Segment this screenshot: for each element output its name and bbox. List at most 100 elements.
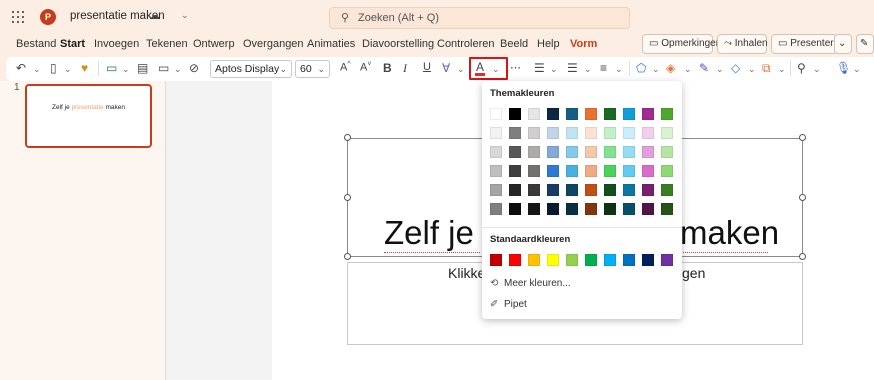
find-dropdown-icon[interactable]: ⌄: [813, 64, 821, 75]
grow-font-icon[interactable]: A^: [340, 61, 351, 74]
shape-effects-icon[interactable]: ◇: [731, 61, 740, 75]
color-swatch[interactable]: [642, 146, 654, 158]
menu-animaties[interactable]: Animaties: [307, 38, 355, 50]
color-swatch[interactable]: [490, 203, 502, 215]
paste-icon[interactable]: ▯: [50, 61, 57, 75]
color-swatch[interactable]: [623, 184, 635, 196]
arrange-icon[interactable]: ⧉: [762, 61, 771, 76]
shapes-dropdown-icon[interactable]: ⌄: [652, 64, 660, 75]
color-swatch[interactable]: [623, 254, 635, 266]
color-swatch[interactable]: [642, 108, 654, 120]
present-button[interactable]: ▭ Presenteren: [771, 34, 845, 54]
arrange-dropdown-icon[interactable]: ⌄: [778, 64, 786, 75]
color-swatch[interactable]: [604, 254, 616, 266]
color-swatch[interactable]: [661, 146, 673, 158]
new-slide-dropdown-icon[interactable]: ⌄: [122, 64, 130, 75]
color-swatch[interactable]: [490, 127, 502, 139]
menu-start[interactable]: Start: [60, 38, 85, 50]
color-swatch[interactable]: [604, 127, 616, 139]
color-swatch[interactable]: [509, 254, 521, 266]
color-swatch[interactable]: [661, 127, 673, 139]
color-swatch[interactable]: [661, 184, 673, 196]
color-swatch[interactable]: [604, 108, 616, 120]
color-swatch[interactable]: [566, 127, 578, 139]
color-swatch[interactable]: [509, 108, 521, 120]
color-swatch[interactable]: [509, 184, 521, 196]
color-swatch[interactable]: [604, 146, 616, 158]
color-swatch[interactable]: [547, 127, 559, 139]
color-swatch[interactable]: [585, 108, 597, 120]
color-swatch[interactable]: [585, 165, 597, 177]
highlight-dropdown-icon[interactable]: ⌄: [457, 64, 465, 75]
color-swatch[interactable]: [566, 254, 578, 266]
color-swatch[interactable]: [528, 184, 540, 196]
dictate-dropdown-icon[interactable]: ⌄: [853, 64, 861, 75]
bold-button[interactable]: B: [383, 61, 392, 75]
layout-icon[interactable]: ▤: [137, 61, 148, 75]
present-dropdown-button[interactable]: ⌄: [834, 34, 852, 54]
menu-overgangen[interactable]: Overgangen: [243, 38, 304, 50]
undo-dropdown-icon[interactable]: ⌄: [33, 64, 41, 75]
chevron-down-icon[interactable]: ⌄: [181, 10, 189, 21]
resize-handle[interactable]: [344, 253, 351, 260]
resize-handle[interactable]: [344, 194, 351, 201]
shrink-font-icon[interactable]: A˅: [360, 61, 371, 74]
resize-handle[interactable]: [799, 194, 806, 201]
color-swatch[interactable]: [547, 165, 559, 177]
menu-beeld[interactable]: Beeld: [500, 38, 528, 50]
color-swatch[interactable]: [623, 146, 635, 158]
menu-invoegen[interactable]: Invoegen: [94, 38, 139, 50]
color-swatch[interactable]: [547, 184, 559, 196]
paste-dropdown-icon[interactable]: ⌄: [64, 64, 72, 75]
align-dropdown-icon[interactable]: ⌄: [615, 64, 623, 75]
color-swatch[interactable]: [642, 203, 654, 215]
color-swatch[interactable]: [547, 254, 559, 266]
color-swatch[interactable]: [528, 146, 540, 158]
color-swatch[interactable]: [547, 146, 559, 158]
color-swatch[interactable]: [623, 203, 635, 215]
color-swatch[interactable]: [528, 254, 540, 266]
font-color-button[interactable]: A: [475, 61, 486, 76]
color-swatch[interactable]: [566, 165, 578, 177]
color-swatch[interactable]: [642, 184, 654, 196]
highlight-color-icon[interactable]: ∀: [442, 61, 450, 75]
hide-slide-icon[interactable]: ⊘: [189, 61, 199, 75]
color-swatch[interactable]: [528, 127, 540, 139]
color-swatch[interactable]: [604, 203, 616, 215]
comments-button[interactable]: ▭ Opmerkingen: [642, 34, 721, 54]
italic-button[interactable]: I: [403, 61, 407, 76]
search-input[interactable]: ⚲ Zoeken (Alt + Q): [329, 7, 630, 29]
color-swatch[interactable]: [509, 127, 521, 139]
more-colors-item[interactable]: ⟲ Meer kleuren...: [490, 278, 571, 289]
color-swatch[interactable]: [585, 254, 597, 266]
shape-outline-icon[interactable]: ✎: [699, 61, 709, 75]
color-swatch[interactable]: [490, 108, 502, 120]
color-swatch[interactable]: [604, 184, 616, 196]
color-swatch[interactable]: [566, 146, 578, 158]
color-swatch[interactable]: [585, 203, 597, 215]
color-swatch[interactable]: [528, 203, 540, 215]
color-swatch[interactable]: [509, 146, 521, 158]
color-swatch[interactable]: [547, 203, 559, 215]
menu-diavoorstelling[interactable]: Diavoorstelling: [362, 38, 434, 50]
color-swatch[interactable]: [661, 165, 673, 177]
menu-ontwerp[interactable]: Ontwerp: [193, 38, 235, 50]
menu-vorm[interactable]: Vorm: [570, 38, 597, 50]
catchup-button[interactable]: ⤳ Inhalen: [717, 34, 768, 54]
color-swatch[interactable]: [623, 165, 635, 177]
resize-handle[interactable]: [799, 253, 806, 260]
slide-thumbnail[interactable]: Zelf je presentatie maken: [25, 84, 152, 148]
menu-help[interactable]: Help: [537, 38, 560, 50]
color-swatch[interactable]: [547, 108, 559, 120]
color-swatch[interactable]: [566, 184, 578, 196]
section-dropdown-icon[interactable]: ⌄: [174, 64, 182, 75]
color-swatch[interactable]: [642, 127, 654, 139]
color-swatch[interactable]: [661, 203, 673, 215]
color-swatch[interactable]: [661, 254, 673, 266]
numbering-icon[interactable]: ☰: [567, 61, 578, 75]
color-swatch[interactable]: [604, 165, 616, 177]
menu-bestand[interactable]: Bestand: [16, 38, 56, 50]
color-swatch[interactable]: [585, 146, 597, 158]
eyedropper-item[interactable]: ✐ Pipet: [490, 299, 527, 310]
bullets-dropdown-icon[interactable]: ⌄: [550, 64, 558, 75]
